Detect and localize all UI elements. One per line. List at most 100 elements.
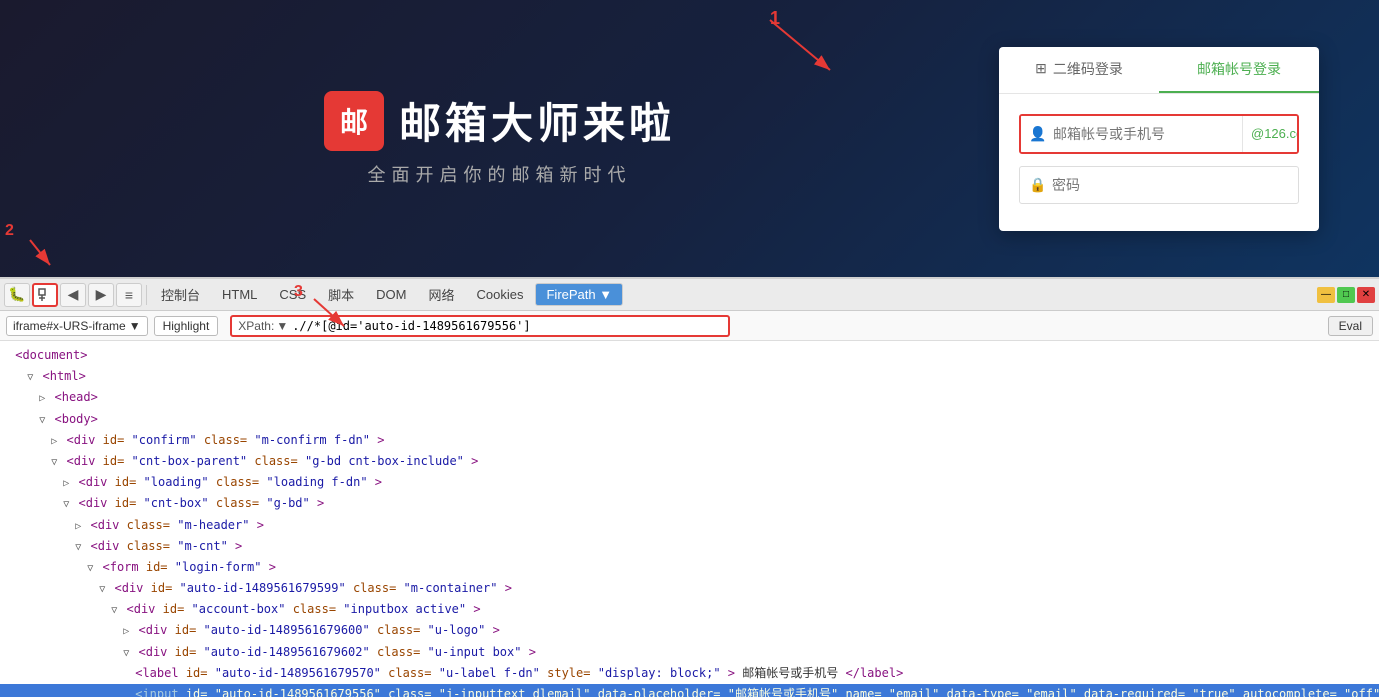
dom-toggle[interactable]: ▷ [75, 521, 81, 532]
dom-tree[interactable]: <document> ▽ <html> ▷ <head> ▽ <body> ▷ [0, 341, 1379, 697]
attr-name: class= [216, 496, 259, 510]
attr-name: id= [115, 475, 137, 489]
dom-toggle[interactable]: ▽ [39, 415, 45, 426]
attr-name: class= [377, 645, 420, 659]
email-input[interactable] [1021, 116, 1242, 152]
attr-name: style= [547, 666, 590, 680]
dom-line[interactable]: <document> [0, 345, 1379, 366]
tab-firepath[interactable]: FirePath ▼ [535, 283, 623, 306]
attr-name: id= [151, 581, 173, 595]
attr-value: "u-label f-dn" [439, 666, 540, 680]
dom-line[interactable]: ▽ <div class= "m-cnt" > [0, 536, 1379, 557]
attr-name: id= [103, 454, 125, 468]
tab-cookies[interactable]: Cookies [467, 284, 534, 305]
dom-line[interactable]: ▽ <div id= "cnt-box-parent" class= "g-bd… [0, 451, 1379, 472]
tab-html[interactable]: HTML [212, 284, 267, 305]
tab-css[interactable]: CSS [269, 284, 316, 305]
dom-line[interactable]: ▽ <form id= "login-form" > [0, 557, 1379, 578]
attr-name: id= [103, 433, 125, 447]
tab-qr-login[interactable]: ⊞ 二维码登录 [999, 47, 1159, 93]
dom-toggle[interactable]: ▽ [51, 457, 57, 468]
dom-toggle[interactable]: ▽ [27, 372, 33, 383]
menu-button[interactable]: ≡ [116, 283, 142, 307]
dom-toggle[interactable]: ▷ [39, 393, 45, 404]
devtools-toolbar: 🐛 ◀ ▶ ≡ 控制台 HTML CSS 脚本 DOM 网络 Cookies F… [0, 279, 1379, 311]
attr-name: id= [186, 687, 208, 697]
attr-name: class= [353, 581, 396, 595]
dom-line[interactable]: ▽ <div id= "cnt-box" class= "g-bd" > [0, 493, 1379, 514]
frame-selector-arrow: ▼ [129, 319, 141, 333]
back-button[interactable]: ◀ [60, 283, 86, 307]
password-input-group: 🔒 [1019, 166, 1299, 204]
tag-text: <div [67, 454, 103, 468]
tag-text: <div [79, 475, 115, 489]
attr-name: data-placeholder= [598, 687, 721, 697]
highlight-button[interactable]: Highlight [154, 316, 219, 336]
xpath-dropdown-arrow[interactable]: ▼ [276, 319, 288, 333]
bug-icon-button[interactable]: 🐛 [4, 283, 30, 307]
dom-line-highlighted[interactable]: <input id= "auto-id-1489561679556" class… [0, 684, 1379, 697]
attr-name: id= [163, 602, 185, 616]
tab-firepath-label: FirePath [546, 287, 595, 302]
dom-toggle[interactable]: ▽ [75, 542, 81, 553]
attr-name: class= [127, 539, 170, 553]
user-icon: 👤 [1029, 125, 1046, 142]
brand-title: 邮箱大师来啦 [399, 90, 675, 151]
dom-toggle[interactable]: ▽ [123, 648, 129, 659]
dom-toggle[interactable]: ▽ [111, 605, 117, 616]
tab-console[interactable]: 控制台 [151, 282, 210, 307]
attr-value: "u-logo" [428, 623, 486, 637]
attr-value: "inputbox active" [343, 602, 466, 616]
dom-toggle[interactable]: ▷ [123, 626, 129, 637]
dom-line[interactable]: ▽ <div id= "auto-id-1489561679602" class… [0, 642, 1379, 663]
attr-name: id= [186, 666, 208, 680]
maximize-button[interactable]: □ [1337, 287, 1355, 303]
attr-value: "m-header" [177, 518, 249, 532]
tab-email-login[interactable]: 邮箱帐号登录 [1159, 47, 1319, 93]
close-button[interactable]: ✕ [1357, 287, 1375, 303]
dom-line[interactable]: ▽ <div id= "auto-id-1489561679599" class… [0, 578, 1379, 599]
dom-line[interactable]: ▽ <body> [0, 409, 1379, 430]
password-input[interactable] [1019, 166, 1299, 204]
minimize-button[interactable]: — [1317, 287, 1335, 303]
dom-line[interactable]: ▽ <div id= "account-box" class= "inputbo… [0, 599, 1379, 620]
tab-email-label: 邮箱帐号登录 [1197, 59, 1281, 79]
xpath-value[interactable]: .//*[@id='auto-id-1489561679556'] [292, 319, 530, 333]
tag-text: <div [139, 623, 175, 637]
frame-selector-label: iframe#x-URS-iframe [13, 319, 126, 333]
attr-name: class= [216, 475, 259, 489]
dom-line[interactable]: ▷ <div id= "auto-id-1489561679600" class… [0, 620, 1379, 641]
inspect-element-button[interactable] [32, 283, 58, 307]
attr-value: "display: block;" [598, 666, 721, 680]
dom-toggle[interactable]: ▷ [63, 478, 69, 489]
dom-line[interactable]: <label id= "auto-id-1489561679570" class… [0, 663, 1379, 684]
attr-value: "email" [1026, 687, 1077, 697]
tab-script[interactable]: 脚本 [318, 282, 364, 307]
tab-firepath-arrow: ▼ [599, 287, 612, 302]
lock-icon: 🔒 [1029, 176, 1046, 193]
brand-icon: 邮 [324, 91, 384, 151]
devtools-panel: 🐛 ◀ ▶ ≡ 控制台 HTML CSS 脚本 DOM 网络 Cookies F… [0, 277, 1379, 697]
tag-text: <div [91, 518, 127, 532]
tab-network[interactable]: 网络 [419, 282, 465, 307]
attr-value: "cnt-box" [144, 496, 209, 510]
dom-toggle[interactable]: ▽ [63, 499, 69, 510]
attr-value: "true" [1192, 687, 1235, 697]
tag-text: <div [91, 539, 127, 553]
dom-line[interactable]: ▷ <div class= "m-header" > [0, 515, 1379, 536]
tab-dom[interactable]: DOM [366, 284, 416, 305]
dom-line[interactable]: ▽ <html> [0, 366, 1379, 387]
eval-button[interactable]: Eval [1328, 316, 1373, 336]
attr-name: id= [175, 645, 197, 659]
dom-toggle[interactable]: ▽ [99, 584, 105, 595]
dom-line[interactable]: ▷ <div id= "loading" class= "loading f-d… [0, 472, 1379, 493]
dom-toggle[interactable]: ▽ [87, 563, 93, 574]
dom-line[interactable]: ▷ <div id= "confirm" class= "m-confirm f… [0, 430, 1379, 451]
dom-toggle[interactable]: ▷ [51, 436, 57, 447]
dom-line[interactable]: ▷ <head> [0, 387, 1379, 408]
forward-button[interactable]: ▶ [88, 283, 114, 307]
attr-value: "auto-id-1489561679570" [215, 666, 381, 680]
tag-text: > [493, 623, 500, 637]
frame-selector[interactable]: iframe#x-URS-iframe ▼ [6, 316, 148, 336]
attr-name: id= [115, 496, 137, 510]
